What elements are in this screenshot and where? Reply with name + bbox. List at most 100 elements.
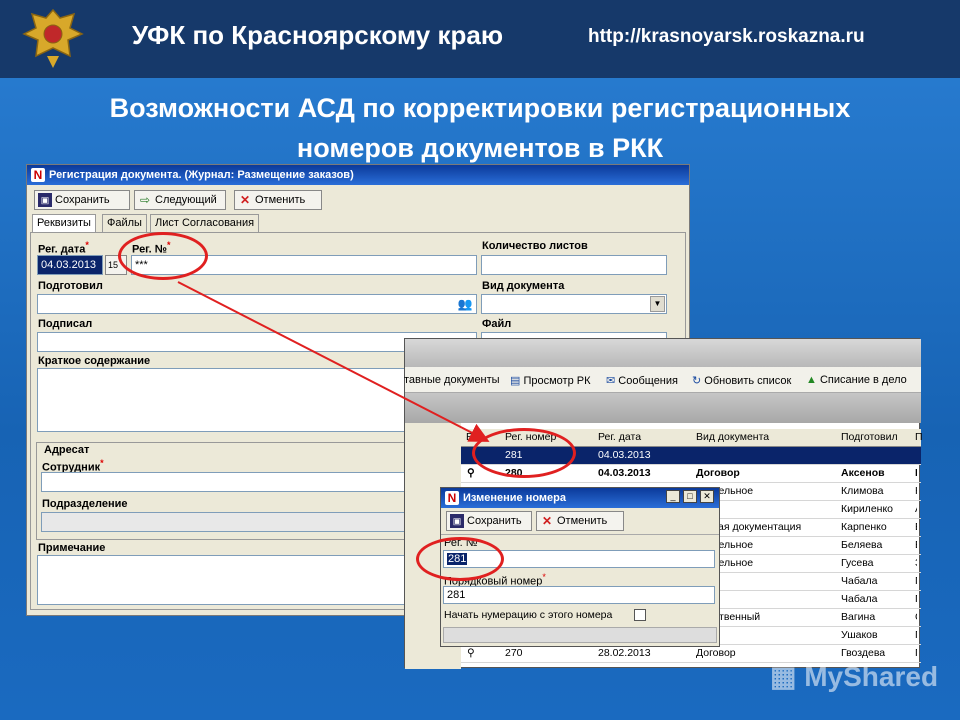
tab-files[interactable]: Файлы bbox=[102, 214, 147, 232]
file-label: Файл bbox=[482, 318, 512, 330]
toolbar-view-rk[interactable]: ▤ Просмотр РК bbox=[510, 374, 591, 387]
prepared-by-field[interactable] bbox=[37, 294, 477, 314]
reg-date-label: Рег. дата* bbox=[38, 240, 89, 256]
list-window-topbar bbox=[405, 339, 921, 367]
table-cell-type: Договор bbox=[696, 467, 740, 479]
next-button-label: Следующий bbox=[155, 194, 217, 206]
chevron-down-icon[interactable]: ▼ bbox=[650, 296, 665, 312]
toolbar-linked-docs-label: тавные документы bbox=[404, 374, 500, 386]
dialog-separator bbox=[441, 534, 719, 535]
table-cell-by: Ушаков bbox=[841, 629, 878, 641]
eagle-emblem-icon bbox=[22, 8, 84, 68]
toolbar-view-rk-label: Просмотр РК bbox=[523, 375, 591, 387]
save-button-label: Сохранить bbox=[55, 194, 110, 206]
app-logo-icon: N bbox=[31, 168, 45, 182]
view-card-icon: ▤ bbox=[510, 375, 524, 387]
dialog-start-numbering-checkbox[interactable] bbox=[634, 609, 646, 621]
cancel-button[interactable]: ✕ Отменить bbox=[234, 190, 322, 210]
dialog-cancel-label: Отменить bbox=[557, 515, 608, 527]
tab-requisites-label: Реквизиты bbox=[37, 217, 91, 229]
table-cell-p: П bbox=[915, 591, 917, 608]
calendar-icon: 15 bbox=[108, 260, 119, 270]
dialog-start-numbering-label: Начать нумерацию с этого номера bbox=[444, 609, 613, 621]
tab-requisites[interactable]: Реквизиты bbox=[32, 214, 96, 232]
table-cell-p: З bbox=[915, 555, 917, 572]
dialog-save-button[interactable]: ▣ Сохранить bbox=[446, 511, 532, 531]
summary-label: Краткое содержание bbox=[38, 355, 151, 367]
table-cell-no: 270 bbox=[505, 647, 523, 659]
table-cell-by: Кириленко bbox=[841, 503, 894, 515]
table-cell-by: Беляева bbox=[841, 539, 883, 551]
toolbar-messages[interactable]: ✉ Сообщения bbox=[606, 374, 678, 387]
table-cell-p: А bbox=[915, 501, 917, 518]
minimize-button[interactable]: _ bbox=[666, 490, 680, 503]
doc-type-select[interactable] bbox=[481, 294, 667, 314]
next-document-icon: ⇨ bbox=[139, 193, 151, 207]
slide-title-line-1: Возможности АСД по корректировки регистр… bbox=[109, 93, 851, 123]
employee-picker-icon[interactable]: 👥 bbox=[456, 296, 474, 312]
maximize-button[interactable]: □ bbox=[683, 490, 697, 503]
paperclip-icon: ⚲ bbox=[467, 467, 475, 479]
close-icon: ✕ bbox=[239, 193, 251, 207]
toolbar-refresh[interactable]: ↻ Обновить список bbox=[692, 374, 791, 387]
dialog-cancel-button[interactable]: ✕ Отменить bbox=[536, 511, 624, 531]
table-cell-p: П bbox=[915, 573, 917, 590]
app-logo-icon: N bbox=[445, 491, 459, 505]
prepared-by-label: Подготовил bbox=[38, 280, 103, 292]
highlight-list-reg-no-ellipse bbox=[472, 428, 576, 478]
doc-type-label: Вид документа bbox=[482, 280, 565, 292]
table-cell-p: Б bbox=[915, 519, 917, 536]
toolbar-write-off-label: Списание в дело bbox=[819, 374, 907, 386]
close-button[interactable]: ✕ bbox=[700, 490, 714, 503]
table-cell-date: 04.03.2013 bbox=[598, 467, 651, 479]
write-off-icon: ▲ bbox=[806, 374, 820, 386]
dialog-save-label: Сохранить bbox=[467, 515, 522, 527]
col-header-p[interactable]: П bbox=[915, 429, 923, 446]
col-header-reg-date[interactable]: Рег. дата bbox=[598, 429, 641, 446]
col-header-doc-type[interactable]: Вид документа bbox=[696, 429, 769, 446]
dialog-status-bar bbox=[443, 627, 717, 643]
department-label: Подразделение bbox=[42, 498, 128, 510]
highlight-dialog-reg-no-ellipse bbox=[416, 537, 504, 581]
addressee-label: Адресат bbox=[44, 444, 90, 456]
col-header-prepared-by[interactable]: Подготовил bbox=[841, 429, 898, 446]
table-cell-p: Б bbox=[915, 537, 917, 554]
slide-title-line-2: номеров документов в РКК bbox=[296, 133, 664, 163]
table-cell-by: Карпенко bbox=[841, 521, 887, 533]
tab-approval-sheet-label: Лист Согласования bbox=[155, 217, 255, 229]
save-button[interactable]: ▣ Сохранить bbox=[34, 190, 130, 210]
toolbar-write-off[interactable]: ▲ Списание в дело bbox=[806, 374, 907, 386]
org-url[interactable]: http://krasnoyarsk.roskazna.ru bbox=[588, 26, 865, 48]
watermark: ▦ MyShared bbox=[770, 660, 938, 693]
signed-by-label: Подписал bbox=[38, 318, 93, 330]
change-number-title: Изменение номера bbox=[463, 492, 567, 504]
col-header-flag[interactable]: В bbox=[466, 429, 473, 446]
table-cell-p: П bbox=[915, 627, 917, 644]
watermark-logo-icon: ▦ bbox=[770, 661, 805, 692]
floppy-disk-icon: ▣ bbox=[450, 514, 464, 528]
table-cell-p: К bbox=[915, 483, 917, 500]
toolbar-refresh-label: Обновить список bbox=[704, 375, 792, 387]
next-button[interactable]: ⇨ Следующий bbox=[134, 190, 226, 210]
org-title: УФК по Красноярскому краю bbox=[132, 20, 504, 50]
table-cell-by: Чабала bbox=[841, 593, 878, 605]
message-icon: ✉ bbox=[606, 375, 619, 387]
toolbar-linked-docs[interactable]: тавные документы bbox=[404, 374, 500, 386]
refresh-icon: ↻ bbox=[692, 375, 705, 387]
table-cell-p: П bbox=[915, 465, 917, 482]
table-cell-by: Климова bbox=[841, 485, 884, 497]
list-window-stripe bbox=[405, 393, 921, 423]
note-label: Примечание bbox=[38, 542, 106, 554]
dialog-seq-no-field[interactable]: 281 bbox=[443, 586, 715, 604]
toolbar-messages-label: Сообщения bbox=[618, 375, 678, 387]
sheets-count-label: Количество листов bbox=[482, 240, 588, 252]
sheets-count-field[interactable] bbox=[481, 255, 667, 275]
watermark-text: MyShared bbox=[804, 661, 939, 692]
paperclip-icon: ⚲ bbox=[467, 647, 475, 659]
registration-window-titlebar: N Регистрация документа. (Журнал: Размещ… bbox=[27, 165, 689, 185]
tab-approval-sheet[interactable]: Лист Согласования bbox=[150, 214, 260, 232]
table-cell-date: 28.02.2013 bbox=[598, 647, 651, 659]
table-cell-by: Вагина bbox=[841, 611, 876, 623]
reg-date-field[interactable]: 04.03.2013 bbox=[37, 255, 103, 275]
table-cell-by: Аксенов bbox=[841, 467, 885, 479]
